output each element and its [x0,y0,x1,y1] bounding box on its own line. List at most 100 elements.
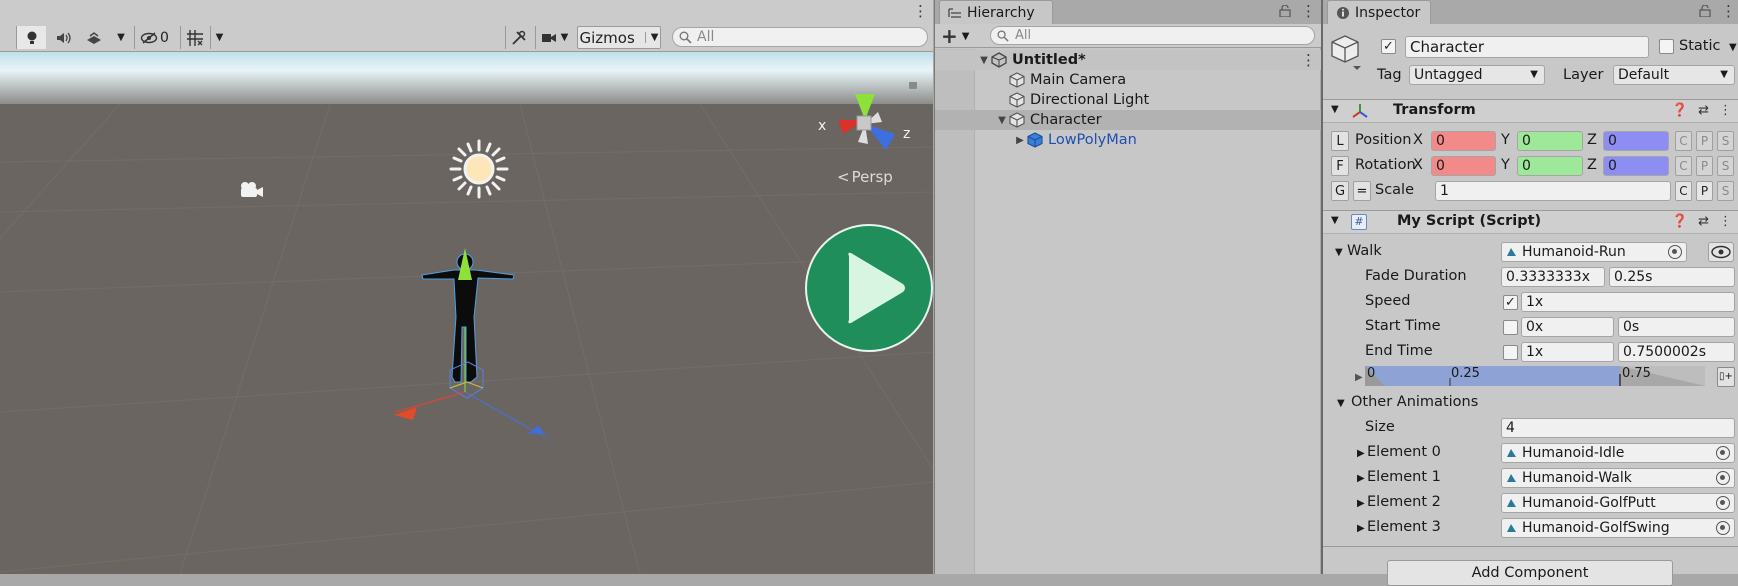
copy-position-button[interactable]: C [1675,131,1692,151]
help-icon[interactable]: ❓ [1672,214,1688,229]
scene-camera-gizmo-icon[interactable] [236,180,264,200]
element-clip-field[interactable]: Humanoid-Idle [1501,443,1735,463]
preset-icon[interactable]: ⇄ [1698,214,1709,229]
speed-input[interactable]: 1x [1521,292,1735,312]
tools-icon[interactable] [505,26,531,49]
rotation-z-input[interactable]: 0 [1603,156,1669,176]
size-input[interactable]: 4 [1501,418,1735,438]
foldout-arrow-icon[interactable]: ▼ [1331,104,1339,115]
gizmos-button[interactable]: Gizmos ▼ [577,26,661,49]
object-picker-icon[interactable] [1716,446,1730,460]
active-checkbox[interactable]: ✓ [1381,39,1396,54]
camera-dropdown[interactable]: ▼ [535,26,573,49]
speed-checkbox[interactable]: ✓ [1503,295,1518,310]
audio-toggle-icon[interactable] [48,26,78,49]
lock-icon[interactable] [1699,5,1711,17]
gameobject-icon[interactable] [1331,34,1365,74]
position-x-input[interactable]: 0 [1431,131,1496,151]
reset-position-button[interactable]: S [1717,131,1734,151]
hierarchy-menu-icon[interactable]: ⋮ [1301,2,1316,20]
perspective-toggle[interactable]: < Persp [837,168,893,186]
tab-hierarchy[interactable]: Hierarchy [939,0,1053,24]
paste-rotation-button[interactable]: P [1696,156,1713,176]
paste-scale-button[interactable]: P [1696,181,1713,201]
expand-arrow-icon[interactable]: ▼ [995,115,1009,126]
start-time-checkbox[interactable] [1503,320,1518,335]
copy-rotation-button[interactable]: C [1675,156,1692,176]
timeline-track[interactable]: 0 0.25 0.75 [1365,366,1705,386]
timeline-play-icon[interactable]: ▶ [1355,372,1363,383]
add-object-button[interactable]: + ▼ [941,24,969,48]
static-dropdown-icon[interactable]: ▼ [1729,42,1737,53]
element-clip-field[interactable]: Humanoid-Walk [1501,468,1735,488]
start-time-s-input[interactable]: 0s [1618,317,1735,337]
fade-duration-x-input[interactable]: 0.3333333x [1501,267,1605,287]
script-header[interactable]: ▼ # My Script (Script) ❓ ⇄ ⋮ [1323,210,1738,234]
preview-toggle[interactable] [1708,242,1734,262]
end-time-s-input[interactable]: 0.7500002s [1618,342,1735,362]
lock-icon[interactable] [1279,5,1291,17]
reset-rotation-button[interactable]: S [1717,156,1734,176]
hierarchy-item-scene[interactable]: ▼ Untitled* ⋮ [935,50,1321,70]
other-animations-foldout-icon[interactable]: ▼ [1337,398,1345,409]
walk-foldout-icon[interactable]: ▼ [1335,247,1343,258]
grid-dropdown-icon[interactable]: ▼ [210,26,228,49]
scene-view[interactable]: ⋮ ▼ 0 ▼ ▼ Gizmos ▼ All x z < Persp [0,0,933,574]
fade-duration-s-input[interactable]: 0.25s [1609,267,1735,287]
grid-toggle-icon[interactable] [180,26,208,49]
element-foldout-icon[interactable]: ▶ [1357,448,1365,459]
hidden-objects-toggle[interactable]: 0 [134,26,174,49]
hierarchy-item-main-camera[interactable]: Main Camera [935,70,1321,90]
effects-dropdown-icon[interactable]: ▼ [112,26,130,49]
global-button[interactable]: G [1331,181,1349,201]
hierarchy-item-character[interactable]: ▼ Character [935,110,1321,130]
preset-icon[interactable]: ⇄ [1698,103,1709,118]
free-button[interactable]: F [1331,156,1349,176]
chevron-down-icon[interactable]: ▼ [644,32,658,43]
component-menu-icon[interactable]: ⋮ [1719,214,1732,229]
element-clip-field[interactable]: Humanoid-GolfPutt [1501,493,1735,513]
static-checkbox[interactable] [1659,39,1674,54]
scene-viewport[interactable]: x z < Persp [0,52,933,574]
lighting-toggle-icon[interactable] [16,26,46,49]
lock-icon[interactable] [909,82,917,89]
scene-menu-icon[interactable]: ⋮ [1301,51,1316,69]
hierarchy-item-lowpolyman[interactable]: ▶ LowPolyMan [935,130,1321,150]
hierarchy-item-directional-light[interactable]: Directional Light [935,90,1321,110]
collapse-arrow-icon[interactable]: ▶ [1013,135,1027,146]
hierarchy-search-input[interactable]: All [990,26,1315,45]
copy-scale-button[interactable]: C [1675,181,1692,201]
add-component-button[interactable]: Add Component [1387,560,1673,586]
local-button[interactable]: L [1331,131,1349,151]
layer-dropdown[interactable]: Default ▼ [1613,65,1735,85]
expand-arrow-icon[interactable]: ▼ [977,55,991,66]
object-picker-icon[interactable] [1668,245,1682,259]
element-foldout-icon[interactable]: ▶ [1357,473,1365,484]
add-event-icon[interactable]: ▯+ [1717,367,1735,387]
object-picker-icon[interactable] [1716,496,1730,510]
object-name-input[interactable]: Character [1405,36,1649,58]
start-time-x-input[interactable]: 0x [1521,317,1614,337]
orientation-gizmo[interactable] [810,72,920,172]
scale-input[interactable]: 1 [1435,181,1671,201]
paste-position-button[interactable]: P [1696,131,1713,151]
tab-inspector[interactable]: Inspector [1327,0,1431,24]
rotation-y-input[interactable]: 0 [1517,156,1583,176]
play-button[interactable] [805,224,933,352]
walk-clip-field[interactable]: Humanoid-Run [1501,242,1687,262]
position-z-input[interactable]: 0 [1603,131,1669,151]
reset-scale-button[interactable]: S [1717,181,1734,201]
object-picker-icon[interactable] [1716,471,1730,485]
object-picker-icon[interactable] [1716,521,1730,535]
end-time-checkbox[interactable] [1503,345,1518,360]
character-model[interactable] [370,202,570,447]
help-icon[interactable]: ❓ [1672,103,1688,118]
uniform-scale-button[interactable]: = [1353,181,1371,201]
scene-search-input[interactable]: All [672,27,928,47]
component-menu-icon[interactable]: ⋮ [1719,103,1732,118]
inspector-menu-icon[interactable]: ⋮ [1721,2,1736,20]
end-time-x-input[interactable]: 1x [1521,342,1614,362]
foldout-arrow-icon[interactable]: ▼ [1331,215,1339,226]
rotation-x-input[interactable]: 0 [1431,156,1496,176]
element-foldout-icon[interactable]: ▶ [1357,523,1365,534]
